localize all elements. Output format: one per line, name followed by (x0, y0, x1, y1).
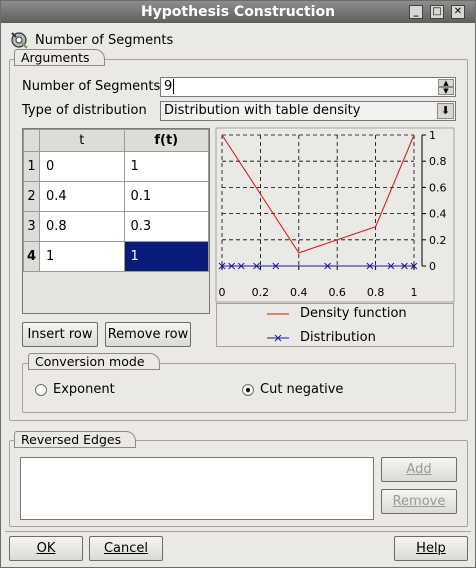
distribution-value: Distribution with table density (164, 103, 361, 118)
legend-label-distribution: Distribution (300, 330, 376, 345)
table-row[interactable]: 4 1 1 (23, 241, 209, 272)
remove-row-button[interactable]: Remove row (105, 322, 191, 347)
cell-ft[interactable]: 0.3 (123, 211, 209, 242)
maximize-button[interactable]: □ (430, 5, 444, 19)
x-tick-label: 0.8 (367, 286, 385, 299)
close-button[interactable]: ✕ (451, 5, 465, 19)
cell-ft[interactable]: 1 (123, 151, 209, 182)
corner-header (23, 129, 40, 152)
add-edge-label: Add (406, 462, 432, 477)
table-row[interactable]: 1 0 1 (23, 151, 209, 182)
x-tick-label: 0.2 (252, 286, 270, 299)
row-header[interactable]: 3 (23, 211, 40, 242)
radio-button-exponent[interactable] (35, 383, 47, 396)
spin-up-button[interactable]: ▲ (438, 79, 454, 87)
density-chart: 0 0.2 0.4 0.6 0.8 1 1 0.8 0.6 0.4 0.2 0 (215, 127, 455, 303)
cancel-label: Cancel (103, 541, 149, 556)
x-tick-label: 1 (411, 286, 418, 299)
y-tick-label: 0 (429, 260, 436, 273)
legend-label-density: Density function (300, 306, 407, 321)
reversed-edges-group-label: Reversed Edges (14, 431, 137, 448)
cell-t[interactable]: 0.8 (39, 211, 125, 242)
dialog-window: Hypothesis Construction _ □ ✕ Number of … (0, 0, 476, 568)
radio-label-cut-negative: Cut negative (260, 382, 344, 397)
column-header-ft[interactable]: f(t) (123, 129, 209, 152)
spin-down-button[interactable]: ▼ (438, 87, 454, 95)
table-row[interactable]: 2 0.4 0.1 (23, 181, 209, 212)
footer-divider (5, 531, 471, 532)
cell-t[interactable]: 1 (39, 241, 125, 272)
table-row[interactable]: 3 0.8 0.3 (23, 211, 209, 242)
insert-row-button[interactable]: Insert row (22, 322, 98, 347)
chart-legend: Density function Distribution (216, 303, 454, 347)
distribution-combobox[interactable]: Distribution with table density ⬇ (160, 101, 456, 121)
arguments-group-label: Arguments (14, 49, 105, 66)
minimize-button[interactable]: _ (409, 5, 423, 19)
window-title: Hypothesis Construction (140, 4, 336, 20)
ok-label: OK (36, 541, 56, 556)
cell-t[interactable]: 0.4 (39, 181, 125, 212)
radio-cut-negative[interactable]: Cut negative (242, 382, 343, 397)
row-header[interactable]: 4 (23, 241, 40, 272)
y-tick-label: 0.6 (429, 181, 447, 194)
y-tick-label: 0.4 (429, 208, 447, 221)
segments-spinbox[interactable]: 9 ▲ ▼ (160, 77, 456, 97)
x-tick-label: 0 (219, 286, 226, 299)
title-bar[interactable]: Hypothesis Construction _ □ ✕ (1, 1, 475, 23)
column-header-t[interactable]: t (39, 129, 125, 152)
radio-label-exponent: Exponent (53, 382, 115, 397)
table-header-row: t f(t) (23, 129, 209, 152)
chevron-down-icon[interactable]: ⬇ (437, 103, 454, 119)
help-label: Help (416, 541, 446, 556)
row-header[interactable]: 1 (23, 151, 40, 182)
x-tick-label: 0.4 (290, 286, 308, 299)
segments-label: Number of Segments (22, 79, 161, 94)
cancel-button[interactable]: Cancel (89, 536, 163, 561)
row-header[interactable]: 2 (23, 181, 40, 212)
conversion-group-label: Conversion mode (28, 353, 160, 370)
cell-t[interactable]: 0 (39, 151, 125, 182)
cell-ft[interactable]: 0.1 (123, 181, 209, 212)
y-tick-label: 0.2 (429, 234, 447, 247)
ok-button[interactable]: OK (9, 536, 83, 561)
header-label: Number of Segments (35, 32, 174, 48)
remove-edge-button[interactable]: Remove (381, 489, 457, 514)
density-table[interactable]: t f(t) 1 0 1 2 0.4 0.1 3 0.8 0.3 4 1 1 (23, 129, 209, 272)
segments-value: 9 (164, 79, 173, 94)
x-tick-label: 0.6 (328, 286, 346, 299)
dialog-header: Number of Segments (9, 29, 173, 51)
cell-ft[interactable]: 1 (123, 241, 209, 272)
gear-wrench-icon (11, 32, 28, 49)
distribution-label: Type of distribution (22, 103, 147, 118)
reversed-edges-list[interactable] (20, 457, 374, 520)
y-tick-label: 0.8 (429, 155, 447, 168)
remove-edge-label: Remove (392, 494, 446, 509)
radio-button-cut-negative[interactable] (242, 383, 254, 396)
help-button[interactable]: Help (394, 536, 468, 561)
chart-frame (215, 127, 455, 303)
radio-exponent[interactable]: Exponent (35, 382, 115, 397)
y-tick-label: 1 (429, 129, 436, 142)
add-edge-button[interactable]: Add (381, 457, 457, 482)
